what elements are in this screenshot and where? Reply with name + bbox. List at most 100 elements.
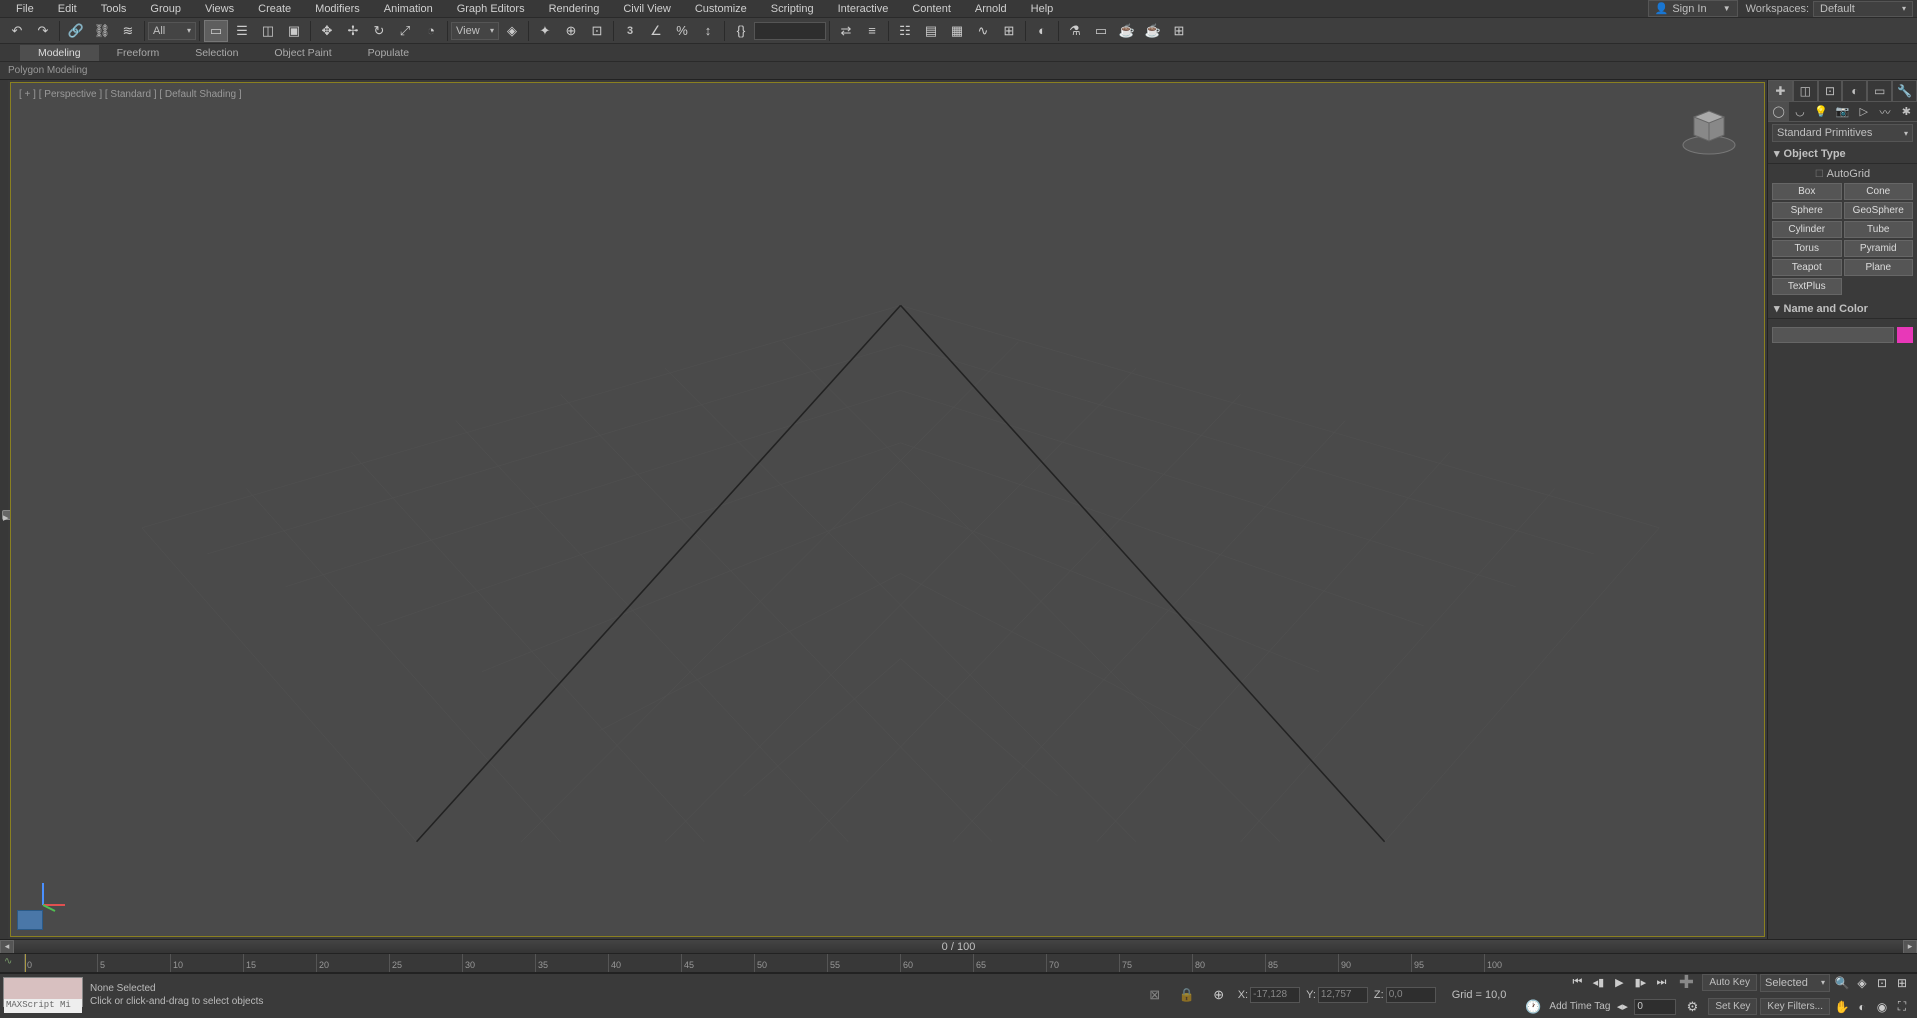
create-torus-button[interactable]: Torus: [1772, 240, 1842, 257]
menu-edit[interactable]: Edit: [46, 1, 89, 17]
menu-civil-view[interactable]: Civil View: [611, 1, 682, 17]
render-frame-button[interactable]: ▭: [1089, 20, 1113, 42]
key-filters-button[interactable]: Key Filters...: [1760, 998, 1830, 1015]
ribbon-tab-modeling[interactable]: Modeling: [20, 45, 99, 61]
scene-explorer-button[interactable]: ▦: [945, 20, 969, 42]
create-cylinder-button[interactable]: Cylinder: [1772, 221, 1842, 238]
orbit-icon[interactable]: ◉: [1873, 998, 1891, 1016]
utilities-tab[interactable]: 🔧: [1892, 80, 1917, 102]
cameras-subtab[interactable]: 📷: [1832, 102, 1853, 121]
autogrid-checkbox[interactable]: ☐ AutoGrid: [1772, 168, 1913, 180]
create-pyramid-button[interactable]: Pyramid: [1844, 240, 1914, 257]
key-filter-dropdown[interactable]: Selected▾: [1760, 974, 1830, 992]
timeline-right-button[interactable]: ▸: [1903, 940, 1917, 954]
shapes-subtab[interactable]: ◡: [1789, 102, 1810, 121]
nav-plus-icon[interactable]: ✚: [1674, 972, 1698, 994]
select-move-button[interactable]: ✢: [341, 20, 365, 42]
open-autodesk-button[interactable]: ⊞: [1167, 20, 1191, 42]
unlink-button[interactable]: ⛓: [90, 20, 114, 42]
x-coord-input[interactable]: [1250, 987, 1300, 1003]
menu-graph-editors[interactable]: Graph Editors: [445, 1, 537, 17]
percent-snap-button[interactable]: %: [670, 20, 694, 42]
lock-selection-icon[interactable]: ⊠: [1143, 984, 1167, 1006]
ribbon-tab-selection[interactable]: Selection: [177, 45, 256, 61]
create-textplus-button[interactable]: TextPlus: [1772, 278, 1842, 295]
use-center-button[interactable]: ◈: [500, 20, 524, 42]
menu-create[interactable]: Create: [246, 1, 303, 17]
select-place-button[interactable]: ◔: [419, 20, 443, 42]
named-selection-input[interactable]: [754, 22, 826, 40]
select-scale-button[interactable]: ⤢: [393, 20, 417, 42]
goto-end-button[interactable]: ⏭: [1652, 974, 1670, 992]
hierarchy-tab[interactable]: ⊡: [1818, 80, 1843, 102]
create-sphere-button[interactable]: Sphere: [1772, 202, 1842, 219]
selection-filter-dropdown[interactable]: All▾: [148, 22, 196, 40]
z-coord-input[interactable]: [1386, 987, 1436, 1003]
goto-start-button[interactable]: ⏮: [1568, 974, 1586, 992]
create-teapot-button[interactable]: Teapot: [1772, 259, 1842, 276]
edit-named-selection-button[interactable]: {}: [729, 20, 753, 42]
display-tab[interactable]: ▭: [1867, 80, 1892, 102]
menu-modifiers[interactable]: Modifiers: [303, 1, 372, 17]
material-editor-button[interactable]: ◐: [1030, 20, 1054, 42]
create-cone-button[interactable]: Cone: [1844, 183, 1914, 200]
time-config-button[interactable]: ⚙: [1680, 996, 1704, 1018]
viewport[interactable]: [ + ] [ Perspective ] [ Standard ] [ Def…: [10, 82, 1765, 937]
render-setup-button[interactable]: ⚗: [1063, 20, 1087, 42]
select-manipulate-button[interactable]: ✥: [315, 20, 339, 42]
menu-arnold[interactable]: Arnold: [963, 1, 1019, 17]
primitive-type-dropdown[interactable]: Standard Primitives ▾: [1772, 124, 1913, 142]
menu-interactive[interactable]: Interactive: [826, 1, 901, 17]
motion-tab[interactable]: ◐: [1842, 80, 1867, 102]
render-iterative-button[interactable]: ☕: [1141, 20, 1165, 42]
play-button[interactable]: ▶: [1610, 974, 1628, 992]
align-button[interactable]: ≡: [860, 20, 884, 42]
keyboard-shortcut-button[interactable]: ⊕: [559, 20, 583, 42]
add-time-tag-label[interactable]: Add Time Tag: [1549, 1001, 1610, 1012]
mirror-button[interactable]: ⇄: [834, 20, 858, 42]
y-coord-input[interactable]: [1318, 987, 1368, 1003]
name-color-rollout-header[interactable]: ▾ Name and Color: [1768, 299, 1917, 319]
prev-frame-button[interactable]: ◂▮: [1589, 974, 1607, 992]
signin-button[interactable]: 👤 Sign In ▼: [1648, 0, 1738, 17]
pan-icon[interactable]: ✋: [1833, 998, 1851, 1016]
helpers-subtab[interactable]: ▷: [1853, 102, 1874, 121]
create-box-button[interactable]: Box: [1772, 183, 1842, 200]
menu-tools[interactable]: Tools: [89, 1, 139, 17]
menu-help[interactable]: Help: [1019, 1, 1066, 17]
workspace-dropdown[interactable]: Default ▾: [1813, 1, 1913, 17]
modify-tab[interactable]: ◫: [1793, 80, 1818, 102]
maximize-viewport-icon[interactable]: ⛶: [1893, 998, 1911, 1016]
select-rotate-button[interactable]: ↻: [367, 20, 391, 42]
snap-toggle-button[interactable]: ⊡: [585, 20, 609, 42]
ribbon-tab-object-paint[interactable]: Object Paint: [256, 45, 349, 61]
create-geosphere-button[interactable]: GeoSphere: [1844, 202, 1914, 219]
ribbon-tab-populate[interactable]: Populate: [350, 45, 427, 61]
create-tab[interactable]: ✚: [1768, 80, 1793, 102]
toggle-layer-button[interactable]: ▤: [919, 20, 943, 42]
ref-coord-dropdown[interactable]: View▾: [451, 22, 499, 40]
window-crossing-button[interactable]: ▣: [282, 20, 306, 42]
undo-button[interactable]: ↶: [5, 20, 29, 42]
viewcube[interactable]: [1674, 93, 1744, 163]
spacewarps-subtab[interactable]: 〰: [1874, 102, 1895, 121]
menu-animation[interactable]: Animation: [372, 1, 445, 17]
menu-rendering[interactable]: Rendering: [537, 1, 612, 17]
curve-editor-button[interactable]: ∿: [971, 20, 995, 42]
select-and-manipulate-button[interactable]: ✦: [533, 20, 557, 42]
systems-subtab[interactable]: ✱: [1896, 102, 1917, 121]
object-type-rollout-header[interactable]: ▾ Object Type: [1768, 144, 1917, 164]
create-tube-button[interactable]: Tube: [1844, 221, 1914, 238]
select-region-button[interactable]: ◫: [256, 20, 280, 42]
menu-customize[interactable]: Customize: [683, 1, 759, 17]
render-production-button[interactable]: ☕: [1115, 20, 1139, 42]
object-name-input[interactable]: [1772, 327, 1894, 343]
auto-key-button[interactable]: Auto Key: [1702, 974, 1757, 991]
time-ruler[interactable]: ∿ 05101520253035404550556065707580859095…: [0, 953, 1917, 973]
menu-content[interactable]: Content: [900, 1, 963, 17]
create-plane-button[interactable]: Plane: [1844, 259, 1914, 276]
zoom-all-icon[interactable]: ◈: [1853, 974, 1871, 992]
geometry-subtab[interactable]: ◯: [1768, 102, 1789, 121]
angle-snap-button[interactable]: ∠: [644, 20, 668, 42]
select-object-button[interactable]: ▭: [204, 20, 228, 42]
